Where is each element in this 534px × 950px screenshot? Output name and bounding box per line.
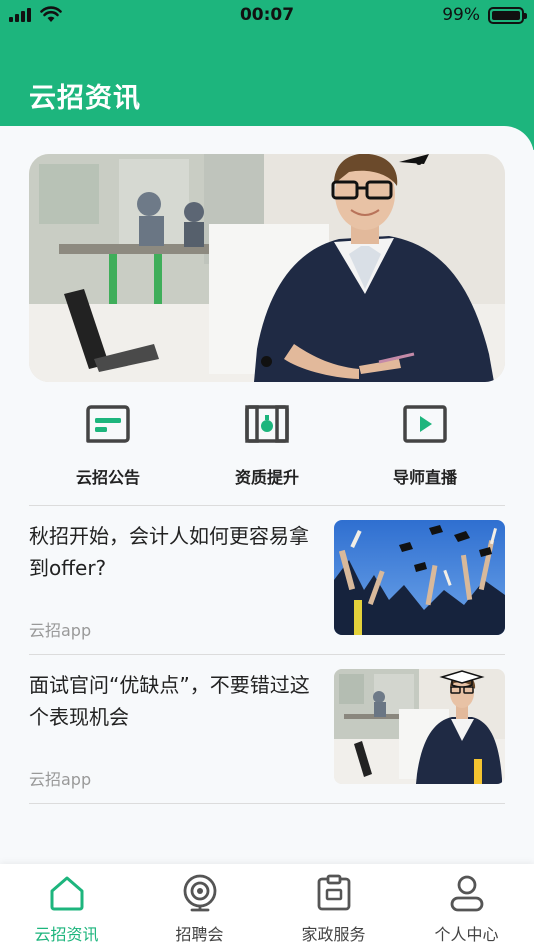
tab-label: 家政服务 bbox=[301, 925, 366, 944]
bottom-tab-bar: 云招资讯 招聘会 家政服务 个人中心 bbox=[0, 864, 534, 950]
tab-job-fair[interactable]: 招聘会 bbox=[133, 864, 266, 950]
article-title[interactable]: 面试官问“优缺点”，不要错过这个表现机会 bbox=[29, 669, 315, 733]
shortcut-mentor-live[interactable]: 导师直播 bbox=[355, 398, 495, 488]
article-item[interactable]: 秋招开始，会计人如何更容易拿到offer? 云招app bbox=[29, 506, 505, 654]
battery-icon bbox=[488, 7, 527, 24]
page-title: 云招资讯 bbox=[29, 83, 141, 114]
article-source: 云招app bbox=[29, 621, 92, 640]
article-thumbnail[interactable] bbox=[334, 520, 505, 635]
businessman-office-photo bbox=[334, 669, 505, 784]
main-content: 云招公告 资质提升 导师直播 秋招开始，会计人如何更容易拿到offer? 云招a… bbox=[0, 126, 534, 864]
article-item[interactable]: 面试官问“优缺点”，不要错过这个表现机会 云招app bbox=[29, 655, 505, 803]
divider bbox=[29, 803, 505, 804]
tab-housekeeping[interactable]: 家政服务 bbox=[267, 864, 400, 950]
tab-profile[interactable]: 个人中心 bbox=[400, 864, 533, 950]
shortcut-label: 云招公告 bbox=[75, 468, 140, 487]
user-icon bbox=[450, 875, 483, 912]
shortcut-notice[interactable]: 云招公告 bbox=[38, 398, 178, 488]
clipboard-icon bbox=[317, 874, 350, 911]
shortcut-label: 导师直播 bbox=[392, 468, 457, 487]
article-title[interactable]: 秋招开始，会计人如何更容易拿到offer? bbox=[29, 520, 315, 584]
camera-icon bbox=[183, 874, 216, 912]
status-bar: 00:07 99% bbox=[0, 0, 534, 32]
carousel-indicator[interactable] bbox=[261, 356, 272, 367]
banner-image bbox=[29, 154, 505, 382]
shortcut-label: 资质提升 bbox=[234, 468, 299, 487]
shortcut-qualification[interactable]: 资质提升 bbox=[197, 398, 337, 488]
graduation-caps-photo bbox=[334, 520, 505, 635]
battery-percent: 99% bbox=[442, 5, 480, 25]
play-icon bbox=[403, 405, 447, 443]
shortcut-grid: 云招公告 资质提升 导师直播 bbox=[0, 398, 534, 488]
article-source: 云招app bbox=[29, 770, 92, 789]
notice-icon bbox=[86, 405, 130, 443]
tab-label: 招聘会 bbox=[175, 925, 224, 944]
tab-news[interactable]: 云招资讯 bbox=[0, 864, 133, 950]
article-thumbnail[interactable] bbox=[334, 669, 505, 784]
tab-label: 云招资讯 bbox=[34, 925, 99, 944]
home-icon bbox=[50, 876, 83, 911]
banner-carousel[interactable] bbox=[29, 154, 505, 382]
book-icon bbox=[245, 405, 289, 443]
battery-level bbox=[492, 11, 520, 20]
tab-label: 个人中心 bbox=[434, 925, 499, 944]
